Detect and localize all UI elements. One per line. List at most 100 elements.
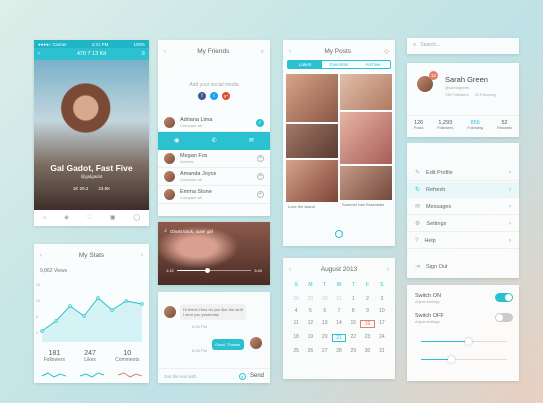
calendar-day[interactable]: 28: [289, 296, 303, 302]
send-arrow-icon[interactable]: ▸: [238, 372, 246, 380]
send-button[interactable]: Send: [250, 373, 264, 379]
progress-track[interactable]: [176, 268, 252, 273]
calendar-day[interactable]: 9: [360, 308, 374, 314]
calendar-day[interactable]: 3: [375, 296, 389, 302]
calendar-day[interactable]: 30: [318, 296, 332, 302]
menu-messages[interactable]: ✉ Messages ›: [407, 199, 519, 215]
stats-point[interactable]: [124, 299, 128, 303]
calendar-day[interactable]: 5: [303, 308, 317, 314]
progress-handle[interactable]: [205, 268, 211, 273]
calendar-day[interactable]: 29: [303, 296, 317, 302]
check-icon[interactable]: ✓: [256, 118, 264, 127]
stats-point[interactable]: [96, 296, 100, 300]
friend-item[interactable]: Adriana Lima Compare all ✓: [158, 114, 270, 132]
calendar-day[interactable]: 29: [346, 348, 360, 354]
slider-track[interactable]: [421, 338, 507, 345]
add-icon[interactable]: +: [257, 191, 264, 198]
back-icon[interactable]: ‹: [38, 51, 40, 57]
bag-icon[interactable]: ▣: [110, 215, 116, 221]
calendar-day[interactable]: 26: [303, 348, 317, 354]
slider-handle[interactable]: [465, 338, 473, 345]
post-image[interactable]: [340, 112, 392, 164]
switch-on-toggle[interactable]: [495, 293, 513, 302]
add-icon[interactable]: +: [257, 173, 264, 180]
mail-icon[interactable]: ✉: [249, 138, 254, 144]
facebook-icon[interactable]: f: [198, 92, 206, 100]
google-plus-icon[interactable]: g+: [222, 92, 230, 100]
chat-icon[interactable]: ◯: [133, 215, 140, 221]
heart-icon[interactable]: ♡: [87, 215, 92, 221]
post-image[interactable]: [286, 74, 338, 122]
calendar-day[interactable]: 18: [289, 334, 303, 342]
calendar-day[interactable]: 15: [346, 320, 360, 328]
calendar-day[interactable]: 22: [346, 334, 360, 342]
post-image[interactable]: [340, 166, 392, 200]
tab-favorites[interactable]: Favorites: [322, 61, 356, 68]
user-stat[interactable]: 52 Rewards: [497, 120, 512, 130]
tab-archive[interactable]: Archive: [356, 61, 390, 68]
search-input[interactable]: Search...: [420, 42, 440, 48]
calendar-day[interactable]: 19: [303, 334, 317, 342]
back-icon[interactable]: ‹: [164, 49, 166, 55]
calendar-day[interactable]: 4: [289, 308, 303, 314]
calendar-day[interactable]: 7: [332, 308, 346, 314]
user-stat[interactable]: 126 Posts: [414, 120, 424, 130]
menu-help[interactable]: ? Help ›: [407, 233, 519, 249]
calendar-day[interactable]: 30: [360, 348, 374, 354]
chat-input[interactable]: Get the text with: [164, 374, 197, 379]
calendar-day[interactable]: 8: [346, 308, 360, 314]
tab-latest[interactable]: Latest: [288, 61, 322, 68]
calendar-day[interactable]: 20: [318, 334, 332, 342]
slider-track[interactable]: [421, 356, 507, 363]
menu-sign-out[interactable]: ⇥ Sign Out: [407, 259, 519, 275]
stats-point[interactable]: [110, 308, 114, 312]
calendar-day[interactable]: 23: [360, 334, 374, 342]
forward-icon[interactable]: ›: [141, 253, 143, 259]
calendar-day[interactable]: 27: [318, 348, 332, 354]
user-stat[interactable]: 855 Following: [467, 120, 483, 130]
calendar-day[interactable]: 28: [332, 348, 346, 354]
calendar-day[interactable]: 2: [360, 296, 374, 302]
calendar-day[interactable]: 10: [375, 308, 389, 314]
calendar-day[interactable]: 11: [289, 320, 303, 328]
compose-icon[interactable]: ◇: [384, 49, 389, 55]
post-image[interactable]: [340, 74, 392, 110]
menu-edit-profile[interactable]: ✎ Edit Profile ›: [407, 165, 519, 181]
user-stat[interactable]: 1,293 Followers: [437, 120, 453, 130]
post-image[interactable]: [286, 124, 338, 158]
stats-point[interactable]: [40, 329, 44, 333]
back-icon[interactable]: ‹: [289, 49, 291, 55]
calendar-day[interactable]: 6: [318, 308, 332, 314]
tag-icon[interactable]: ◈: [64, 215, 69, 221]
calendar-day[interactable]: 14: [332, 320, 346, 328]
twitter-icon[interactable]: t: [210, 92, 218, 100]
calendar-day[interactable]: 25: [289, 348, 303, 354]
post-image[interactable]: [286, 160, 338, 202]
calendar-day[interactable]: 1: [346, 296, 360, 302]
friend-item[interactable]: Megan Fox Actress +: [158, 150, 270, 168]
slider-handle[interactable]: [448, 356, 456, 363]
menu-icon[interactable]: ≡: [141, 51, 145, 57]
friend-item[interactable]: Emma Stone Compare all +: [158, 186, 270, 204]
prev-month-icon[interactable]: ‹: [289, 267, 291, 273]
add-icon[interactable]: +: [257, 155, 264, 162]
calendar-day[interactable]: 24: [375, 334, 389, 342]
stats-point[interactable]: [140, 302, 144, 306]
home-icon[interactable]: ⌂: [43, 215, 47, 221]
friend-item[interactable]: Amanda Joyce Compare all +: [158, 168, 270, 186]
profile-icon[interactable]: ◉: [174, 138, 179, 144]
stats-point[interactable]: [54, 319, 58, 323]
phone-icon[interactable]: ✆: [212, 138, 217, 144]
calendar-day[interactable]: 16: [360, 320, 375, 328]
menu-refresh[interactable]: ↻ Refresh ›: [407, 182, 519, 198]
switch-off-toggle[interactable]: [495, 313, 513, 322]
back-icon[interactable]: ‹: [40, 253, 42, 259]
search-icon[interactable]: ⌕: [261, 49, 264, 55]
menu-settings[interactable]: ⚙ Settings ›: [407, 216, 519, 232]
calendar-day[interactable]: 21: [331, 334, 347, 342]
calendar-day[interactable]: 31: [375, 348, 389, 354]
calendar-day[interactable]: 31: [332, 296, 346, 302]
calendar-day[interactable]: 12: [303, 320, 317, 328]
next-month-icon[interactable]: ›: [387, 267, 389, 273]
stats-point[interactable]: [82, 314, 86, 318]
